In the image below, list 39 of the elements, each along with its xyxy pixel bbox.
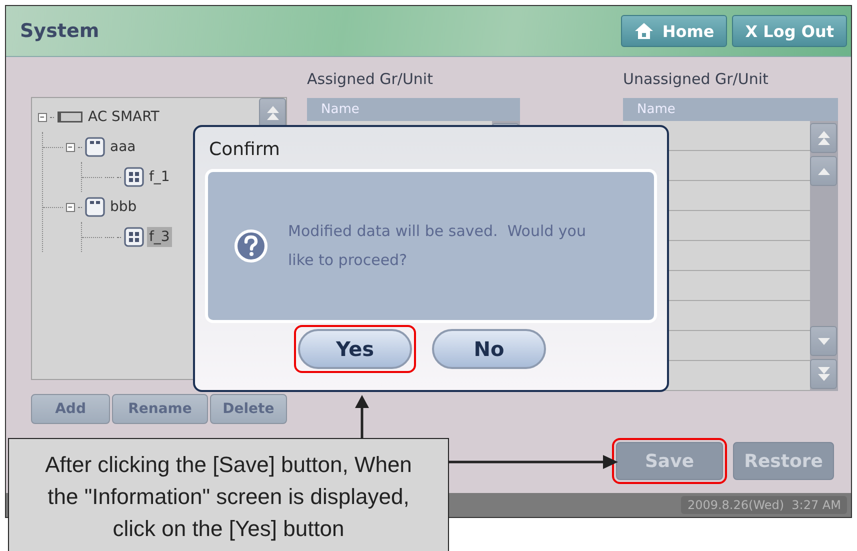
dialog-message: Modified data will be saved. Would you like to proceed? [288,221,587,271]
page-title: System [20,20,100,42]
tree-item[interactable]: aaa [108,137,138,157]
collapse-icon[interactable] [66,202,75,212]
collapse-icon[interactable] [38,112,47,122]
column-title: Assigned Gr/Unit [307,70,434,90]
group-icon [85,197,105,217]
unit-icon [124,167,144,187]
logout-button[interactable]: X Log Out [732,15,847,47]
tree-item[interactable]: f_1 [147,167,172,187]
up-arrow-icon [818,168,830,174]
double-up-arrow-icon [818,131,830,145]
date-time: 2009.8.26(Wed) 3:27 AM [681,496,847,514]
home-button[interactable]: Home [621,15,728,47]
column-title: Unassigned Gr/Unit [623,70,770,90]
tree-item[interactable]: bbb [108,197,139,217]
home-icon [634,22,654,40]
question-icon [234,229,268,263]
scroll-top-button[interactable] [259,98,286,128]
column-header: Name [623,98,838,121]
arrow [355,395,369,438]
down-arrow-icon [818,338,830,344]
collapse-icon[interactable] [66,142,75,152]
scroll-bottom-button[interactable] [810,359,837,389]
unit-icon [124,227,144,247]
controller-icon [57,111,83,123]
scroll-up-button[interactable] [810,156,837,186]
column-header: Name [307,98,520,121]
tree-item[interactable]: f_3 [147,227,172,247]
double-up-arrow-icon [266,106,278,120]
dialog-title: Confirm [209,139,281,160]
group-icon [85,137,105,157]
no-button[interactable]: No [432,329,546,369]
callout-note: After clicking the [Save] button, When the "Information" screen is displayed, click on the [Yes] button [8,438,449,551]
scrollbar[interactable] [810,121,838,391]
double-down-arrow-icon [818,367,830,381]
scroll-down-button[interactable] [810,326,837,356]
tree-item[interactable]: AC SMART [86,107,162,127]
yes-button[interactable]: Yes [298,329,412,369]
